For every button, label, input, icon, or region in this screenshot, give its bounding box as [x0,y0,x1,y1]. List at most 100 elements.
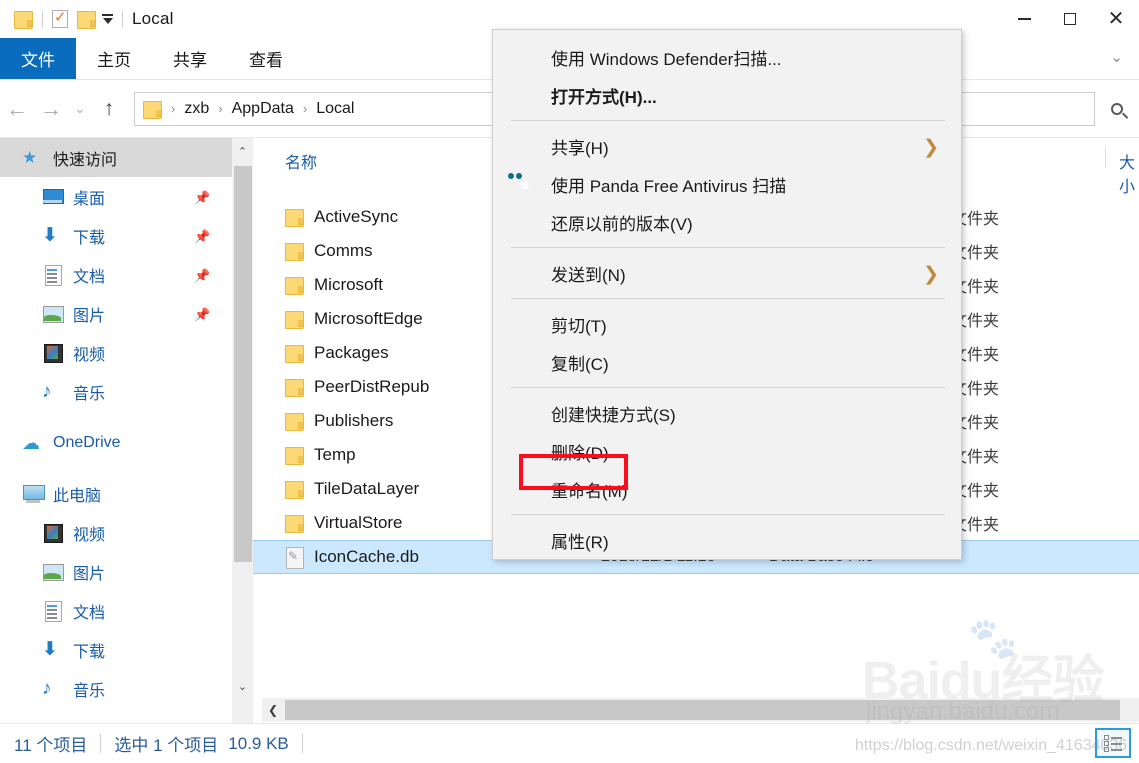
customize-dropdown-icon[interactable] [102,14,113,24]
sidebar-item-pc-pictures[interactable]: 图片 [0,552,232,591]
folder-icon [285,209,304,227]
folder-icon [285,515,304,533]
tab-view[interactable]: 查看 [228,38,304,79]
panda-antivirus-icon [515,175,535,195]
menu-item-create-shortcut[interactable]: 创建快捷方式(S) [493,394,961,432]
menu-item-scan-windows-defender[interactable]: 使用 Windows Defender扫描... [493,38,961,76]
breadcrumb-separator: › [218,101,223,116]
file-name: PeerDistRepub [314,377,430,396]
pin-icon: 📌 [194,268,211,283]
properties-icon[interactable] [52,8,68,28]
file-name: Temp [314,445,356,464]
sidebar-item-label: 桌面 [73,190,106,208]
chevron-right-icon: ❯ [923,137,939,158]
sidebar-item-pc-downloads[interactable]: ⬇ 下载 [0,630,232,669]
sidebar-item-videos[interactable]: 视频 [0,333,232,372]
sidebar-item-label: 快速访问 [53,151,118,169]
database-file-icon [285,546,304,569]
sidebar-item-desktop[interactable]: 桌面 📌 [0,177,232,216]
scrollbar-thumb[interactable] [234,166,252,562]
column-header-size[interactable]: 大小 [1105,147,1139,197]
search-icon [1108,100,1126,117]
chevron-down-icon[interactable]: ⌄ [232,676,253,697]
documents-icon [42,264,64,286]
sidebar-item-pc-videos[interactable]: 视频 [0,513,232,552]
close-button[interactable]: ✕ [1093,2,1139,36]
divider [301,734,303,753]
breadcrumb-separator: › [302,101,308,116]
divider [122,11,123,27]
sidebar-item-pc-documents[interactable]: 文档 [0,591,232,630]
chevron-up-icon[interactable]: ⌃ [232,141,253,162]
menu-item-restore-previous-versions[interactable]: 还原以前的版本(V) [493,203,961,241]
pictures-icon [42,304,64,324]
folder-icon [285,379,304,397]
tab-home[interactable]: 主页 [76,38,152,79]
menu-item-open-with[interactable]: 打开方式(H)... [493,76,961,114]
divider [100,734,102,753]
sidebar-item-downloads[interactable]: ⬇ 下载 📌 [0,216,232,255]
watermark-blog-url: https://blog.csdn.net/weixin_41634036 [855,737,1128,754]
up-arrow-icon[interactable]: ↑ [92,92,126,126]
divider [42,11,43,27]
minimize-button[interactable] [1001,2,1047,36]
download-icon: ⬇ [42,224,58,246]
this-pc-icon [22,484,45,504]
menu-item-send-to[interactable]: 发送到(N) ❯ [493,254,961,292]
sidebar-item-label: 下载 [73,229,106,247]
tab-share[interactable]: 共享 [152,38,228,79]
breadcrumb-item-local[interactable]: Local [316,100,354,118]
sidebar-item-quick-access[interactable]: ★ 快速访问 [0,138,232,177]
videos-icon [42,523,64,543]
menu-divider [511,387,945,388]
menu-item-properties[interactable]: 属性(R) [493,521,961,559]
menu-divider [511,298,945,299]
new-folder-icon[interactable] [77,11,96,29]
menu-item-share[interactable]: 共享(H) ❯ [493,127,961,165]
folder-icon [14,11,33,29]
onedrive-icon: ☁ [22,432,40,453]
window-title: Local [132,9,174,28]
folder-icon [285,311,304,329]
sidebar-item-pc-music[interactable]: ♪ 音乐 [0,669,232,708]
window-controls: ✕ [1001,0,1139,38]
menu-item-scan-panda-antivirus[interactable]: 使用 Panda Free Antivirus 扫描 [493,165,961,203]
pin-icon: 📌 [194,229,211,244]
quick-access-toolbar: Local [0,8,174,29]
file-name: Comms [314,241,373,260]
sidebar-item-this-pc[interactable]: 此电脑 [0,474,232,513]
folder-icon [285,413,304,431]
breadcrumb-item-appdata[interactable]: AppData [232,100,294,118]
tab-file[interactable]: 文件 [0,38,76,79]
breadcrumb-item-zxb[interactable]: zxb [184,100,209,118]
file-name: VirtualStore [314,513,403,532]
sidebar-item-music[interactable]: ♪ 音乐 [0,372,232,411]
sidebar-item-onedrive[interactable]: ☁ OneDrive [0,423,232,462]
folder-icon [285,481,304,499]
column-header-name[interactable]: 名称 [285,149,317,173]
chevron-left-icon[interactable]: ❮ [262,698,284,722]
menu-divider [511,514,945,515]
forward-arrow-icon[interactable]: → [34,92,68,126]
menu-divider [511,247,945,248]
documents-icon [42,600,64,622]
chevron-down-icon[interactable]: ⌄ [1110,48,1123,66]
search-box[interactable] [1095,92,1139,126]
sidebar-item-documents[interactable]: 文档 📌 [0,255,232,294]
file-name: Microsoft [314,275,383,294]
item-count: 11 个项目 [14,736,88,755]
sidebar-item-label: 音乐 [73,385,106,403]
recent-locations-icon[interactable]: ⌄ [68,92,92,126]
sidebar-item-pictures[interactable]: 图片 📌 [0,294,232,333]
menu-item-copy[interactable]: 复制(C) [493,343,961,381]
back-arrow-icon[interactable]: ← [0,92,34,126]
navigation-pane: ★ 快速访问 桌面 📌 ⬇ 下载 📌 文档 📌 图片 📌 视频 ♪ 音乐 ☁ O… [0,138,232,723]
chevron-right-icon: ❯ [923,264,939,285]
folder-icon [285,447,304,465]
menu-item-cut[interactable]: 剪切(T) [493,305,961,343]
maximize-button[interactable] [1047,2,1093,36]
folder-icon [143,100,162,119]
sidebar-item-label: 此电脑 [53,487,102,505]
desktop-icon [42,187,64,207]
navpane-scrollbar[interactable]: ⌃ ⌄ [232,138,253,723]
